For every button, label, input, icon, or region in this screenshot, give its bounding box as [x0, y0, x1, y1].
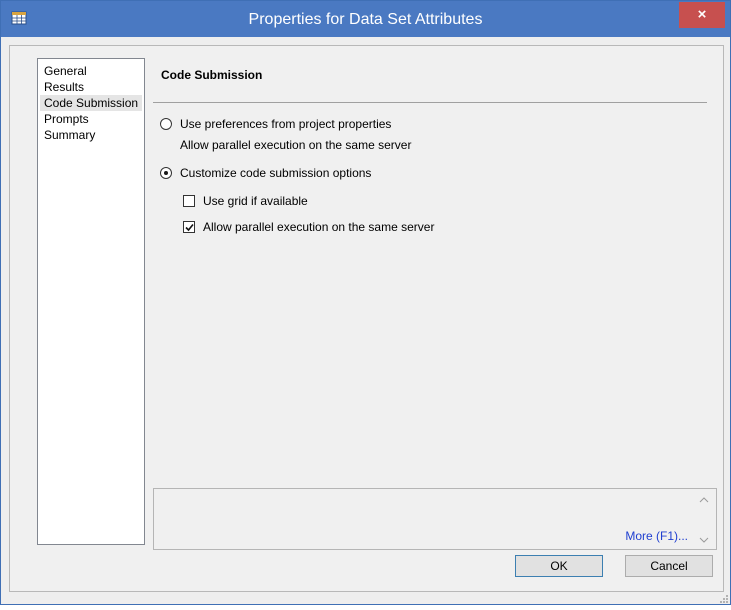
- title-bar[interactable]: Properties for Data Set Attributes ×: [1, 1, 730, 37]
- nav-item-results[interactable]: Results: [42, 79, 86, 95]
- use-project-preferences-label[interactable]: Use preferences from project properties: [180, 117, 391, 131]
- project-preference-detail: Allow parallel execution on the same ser…: [180, 138, 412, 152]
- checkmark-icon: [185, 223, 194, 232]
- ok-button[interactable]: OK: [515, 555, 603, 577]
- scroll-down-icon[interactable]: [699, 533, 709, 543]
- customize-options-radio[interactable]: [160, 167, 172, 179]
- allow-parallel-checkbox[interactable]: [183, 221, 195, 233]
- close-icon: ×: [697, 6, 707, 23]
- section-divider: [153, 102, 707, 103]
- customize-options-label[interactable]: Customize code submission options: [180, 166, 371, 180]
- window-title: Properties for Data Set Attributes: [248, 11, 483, 28]
- cancel-button[interactable]: Cancel: [625, 555, 713, 577]
- section-title: Code Submission: [161, 68, 263, 82]
- help-panel: More (F1)...: [153, 488, 717, 550]
- nav-item-summary[interactable]: Summary: [42, 127, 97, 143]
- nav-item-general[interactable]: General: [42, 63, 89, 79]
- nav-item-code-submission[interactable]: Code Submission: [40, 95, 142, 111]
- more-help-link[interactable]: More (F1)...: [625, 529, 688, 543]
- allow-parallel-label[interactable]: Allow parallel execution on the same ser…: [203, 220, 434, 234]
- properties-dialog: Properties for Data Set Attributes × Gen…: [0, 0, 731, 605]
- use-grid-label[interactable]: Use grid if available: [203, 194, 308, 208]
- resize-grip-icon[interactable]: [719, 593, 729, 603]
- use-project-preferences-radio[interactable]: [160, 118, 172, 130]
- dialog-body: General Results Code Submission Prompts …: [9, 45, 724, 592]
- close-button[interactable]: ×: [679, 2, 725, 28]
- nav-item-prompts[interactable]: Prompts: [42, 111, 91, 127]
- use-grid-checkbox[interactable]: [183, 195, 195, 207]
- scroll-up-icon[interactable]: [699, 493, 709, 503]
- category-list[interactable]: General Results Code Submission Prompts …: [37, 58, 145, 545]
